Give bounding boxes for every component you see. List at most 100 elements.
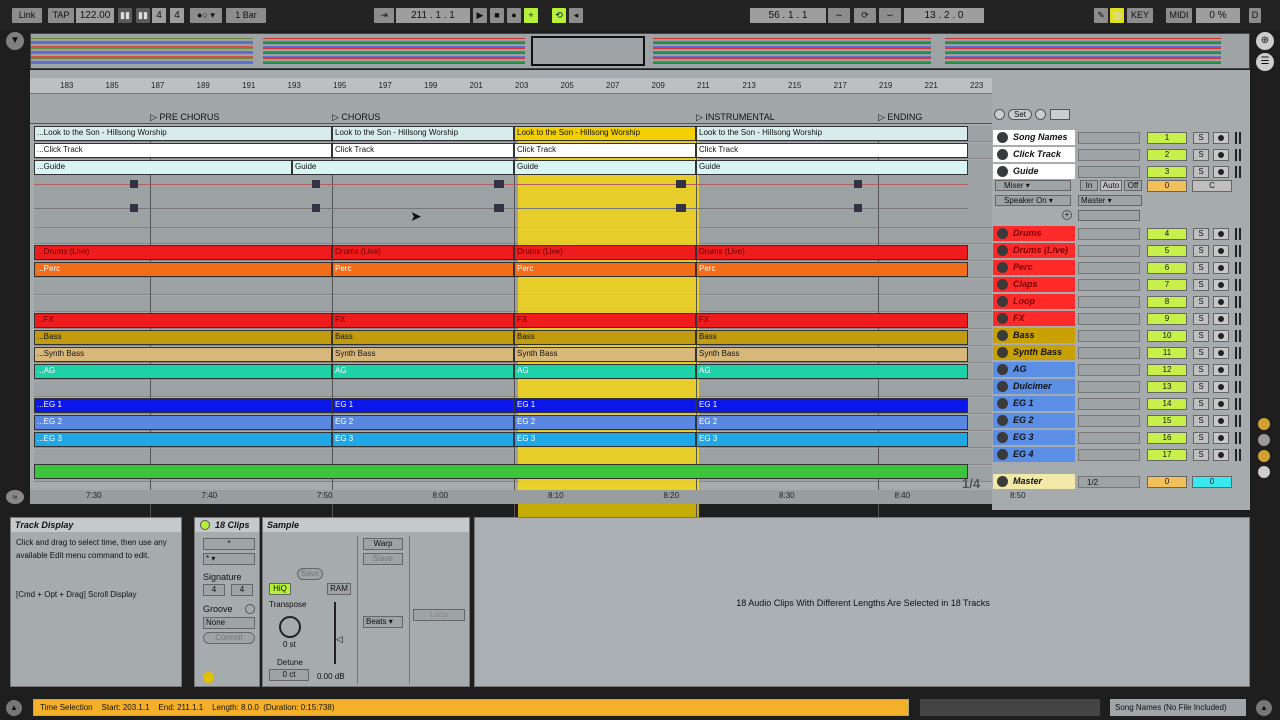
- fold-icon[interactable]: [997, 245, 1008, 256]
- signature-numerator[interactable]: 4: [152, 8, 166, 23]
- automation-arm-icon[interactable]: ⟲: [552, 8, 566, 23]
- arm-button[interactable]: [1213, 228, 1229, 240]
- track-header[interactable]: Click Track 2 S: [992, 147, 1250, 163]
- guide-pan[interactable]: C: [1192, 180, 1232, 192]
- pencil-icon[interactable]: ✎: [1094, 8, 1108, 23]
- track-field[interactable]: [1078, 228, 1140, 240]
- transpose-knob[interactable]: [279, 616, 301, 638]
- solo-button[interactable]: S: [1193, 245, 1209, 257]
- track-header[interactable]: Perc 6 S: [992, 260, 1250, 276]
- master-cue[interactable]: 0: [1192, 476, 1232, 488]
- track-name[interactable]: Synth Bass: [993, 345, 1075, 360]
- arm-button[interactable]: [1213, 364, 1229, 376]
- guide-field[interactable]: [1078, 210, 1140, 221]
- clip-bass[interactable]: Bass: [332, 330, 514, 345]
- arrangement-overview[interactable]: [30, 33, 1250, 69]
- track-header[interactable]: EG 2 15 S: [992, 413, 1250, 429]
- quantize-menu[interactable]: 1 Bar: [226, 8, 266, 23]
- arm-button[interactable]: [1213, 449, 1229, 461]
- set-locator-button[interactable]: Set: [1008, 109, 1032, 120]
- clip-eg1[interactable]: EG 1: [696, 398, 968, 413]
- track-header[interactable]: Drums (Live) 5 S: [992, 243, 1250, 259]
- locator-ending[interactable]: ▷ ENDING: [878, 112, 922, 123]
- track-field[interactable]: [1078, 330, 1140, 342]
- track-activator[interactable]: 17: [1147, 449, 1187, 461]
- track-header[interactable]: AG 12 S: [992, 362, 1250, 378]
- arm-button[interactable]: [1213, 132, 1229, 144]
- loop-button[interactable]: Loop: [413, 609, 465, 621]
- beat-time-ruler[interactable]: 183 185 187 189 191 193 195 197 199 201 203 205 207 2…: [30, 78, 992, 94]
- track-activator[interactable]: 1: [1147, 132, 1187, 144]
- scroll-icon[interactable]: [1258, 418, 1270, 430]
- fold-icon[interactable]: [997, 364, 1008, 375]
- track-name[interactable]: EG 2: [993, 413, 1075, 428]
- master-ratio[interactable]: 1/2: [1078, 476, 1140, 488]
- clip-activator-icon[interactable]: [200, 520, 210, 530]
- next-locator-icon[interactable]: [1035, 109, 1046, 120]
- automation-point[interactable]: [494, 204, 504, 212]
- locator-bar[interactable]: ▷ PRE CHORUS ▷ CHORUS ▷ INSTRUMENTAL ▷ E…: [30, 94, 992, 124]
- fold-icon[interactable]: [997, 330, 1008, 341]
- track-name[interactable]: Dulcimer: [993, 379, 1075, 394]
- loop-switch-icon[interactable]: ⟳: [854, 8, 876, 23]
- save-button[interactable]: Save: [297, 568, 323, 580]
- automation-point[interactable]: [854, 180, 862, 188]
- automation-point[interactable]: [494, 180, 504, 188]
- track-field[interactable]: [1078, 415, 1140, 427]
- clip-synth-bass[interactable]: Synth Bass: [332, 347, 514, 362]
- track-name[interactable]: EG 4: [993, 447, 1075, 462]
- clip-ag[interactable]: AG: [696, 364, 968, 379]
- track-header[interactable]: Dulcimer 13 S: [992, 379, 1250, 395]
- fold-icon[interactable]: [1050, 109, 1070, 120]
- clip-eg1[interactable]: EG 1: [332, 398, 514, 413]
- clip-fx[interactable]: FX: [332, 313, 514, 328]
- overdub-icon[interactable]: +: [524, 8, 538, 23]
- fold-icon[interactable]: [997, 415, 1008, 426]
- solo-button[interactable]: S: [1193, 279, 1209, 291]
- solo-button[interactable]: S: [1193, 364, 1209, 376]
- clip-song-names[interactable]: Look to the Son - Hillsong Worship: [696, 126, 968, 141]
- locator-pre-chorus[interactable]: ▷ PRE CHORUS: [150, 112, 219, 123]
- track-header[interactable]: Guide 3 S: [992, 164, 1250, 180]
- track-name[interactable]: FX: [993, 311, 1075, 326]
- record-icon[interactable]: ●: [507, 8, 521, 23]
- clip-bass[interactable]: Bass: [696, 330, 968, 345]
- track-name[interactable]: Click Track: [993, 147, 1075, 162]
- arrangement-view-icon[interactable]: ☰: [1256, 53, 1274, 71]
- track-field[interactable]: [1078, 313, 1140, 325]
- arm-button[interactable]: [1213, 432, 1229, 444]
- track-name[interactable]: Song Names: [993, 130, 1075, 145]
- clip-song-names[interactable]: ...Look to the Son - Hillsong Worship: [34, 126, 332, 141]
- clip-song-names[interactable]: Look to the Son - Hillsong Worship: [332, 126, 514, 141]
- arm-button[interactable]: [1213, 398, 1229, 410]
- io-icon[interactable]: [1258, 466, 1270, 478]
- track-activator[interactable]: 2: [1147, 149, 1187, 161]
- computer-midi-keyboard-icon[interactable]: ▥: [1110, 8, 1124, 23]
- solo-button[interactable]: S: [1193, 415, 1209, 427]
- clip-eg2[interactable]: ...EG 2: [34, 415, 332, 430]
- clip-click-track[interactable]: ...Click Track: [34, 143, 332, 158]
- link-button[interactable]: Link: [12, 8, 42, 23]
- track-name[interactable]: EG 1: [993, 396, 1075, 411]
- clip-perc[interactable]: Perc: [696, 262, 968, 277]
- track-header[interactable]: Claps 7 S: [992, 277, 1250, 293]
- scroll-icon[interactable]: [1258, 450, 1270, 462]
- track-name[interactable]: Guide: [993, 164, 1075, 179]
- automation-point[interactable]: [312, 204, 320, 212]
- track-field[interactable]: [1078, 245, 1140, 257]
- clip-eg2[interactable]: EG 2: [696, 415, 968, 430]
- track-header[interactable]: Synth Bass 11 S: [992, 345, 1250, 361]
- commit-button[interactable]: Commit: [203, 632, 255, 644]
- output-select[interactable]: Speaker On ▾: [995, 195, 1071, 206]
- track-name[interactable]: Drums (Live): [993, 243, 1075, 258]
- track-activator[interactable]: 8: [1147, 296, 1187, 308]
- clip-synth-bass[interactable]: Synth Bass: [514, 347, 696, 362]
- track-activator[interactable]: 10: [1147, 330, 1187, 342]
- clip-perc[interactable]: ...Perc: [34, 262, 332, 277]
- solo-button[interactable]: S: [1193, 149, 1209, 161]
- solo-button[interactable]: S: [1193, 330, 1209, 342]
- fold-icon[interactable]: [997, 398, 1008, 409]
- arm-button[interactable]: [1213, 166, 1229, 178]
- fold-icon[interactable]: [997, 347, 1008, 358]
- solo-button[interactable]: S: [1193, 132, 1209, 144]
